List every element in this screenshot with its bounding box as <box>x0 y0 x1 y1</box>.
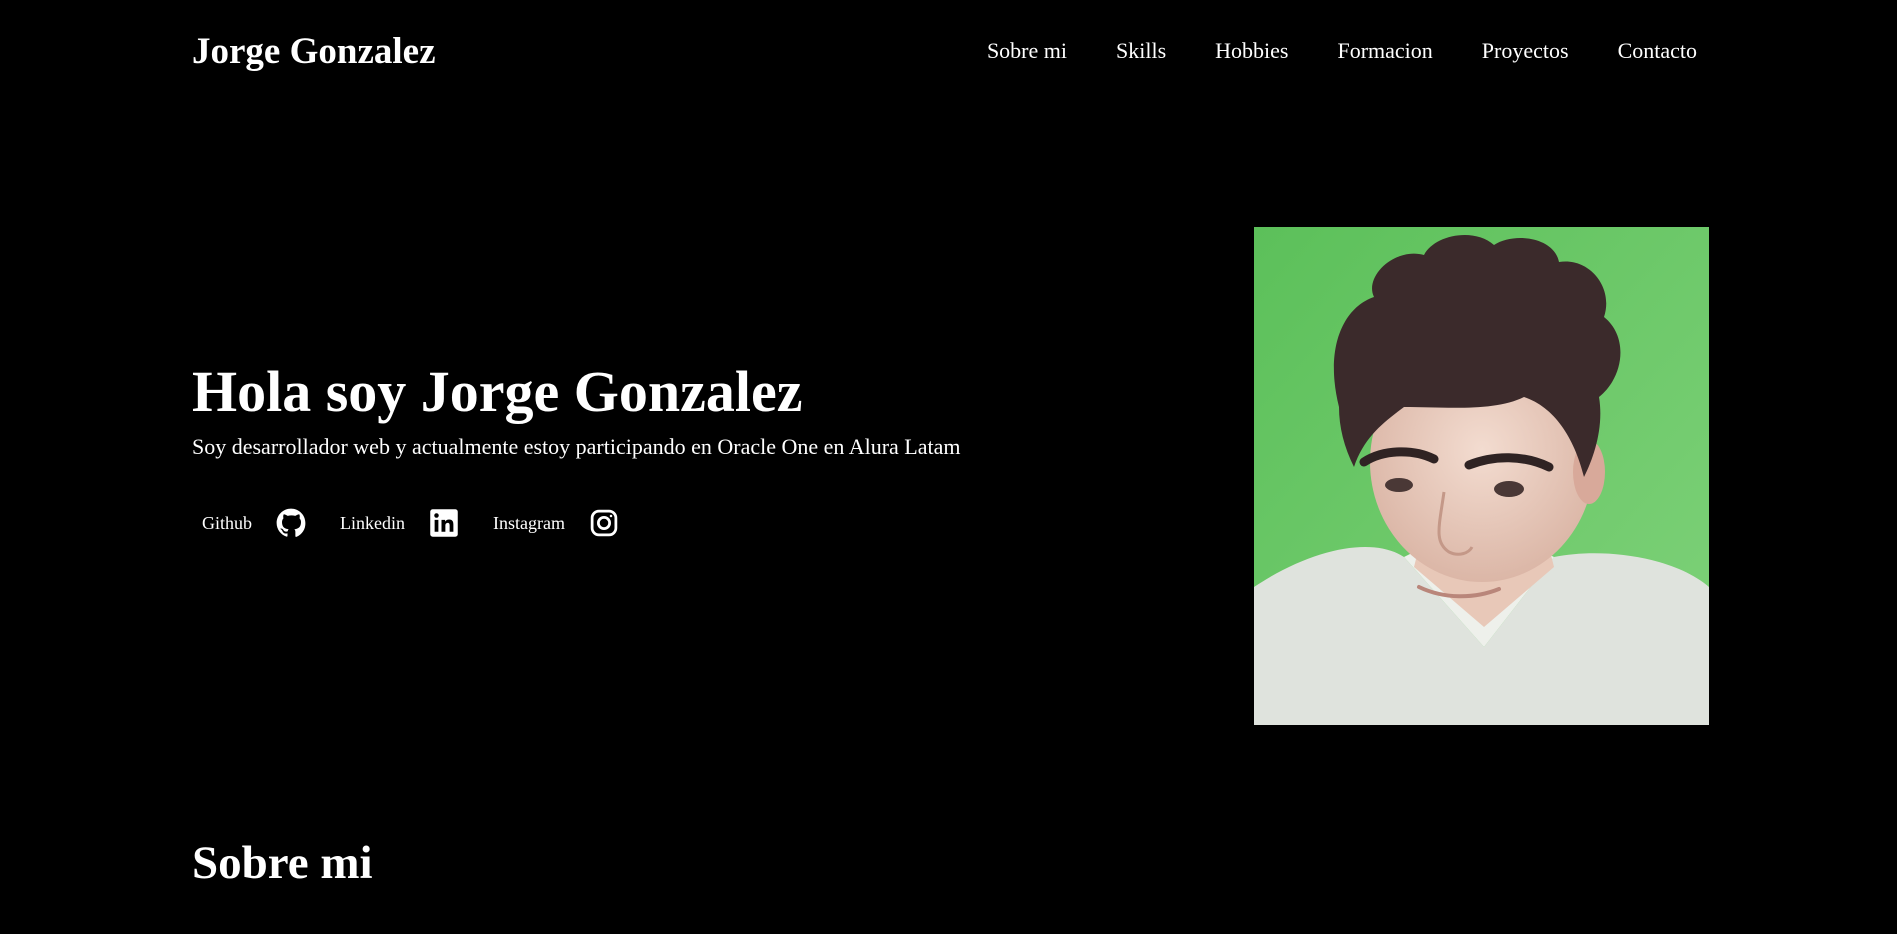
profile-photo <box>1254 227 1709 725</box>
nav-item: Contacto <box>1569 38 1697 64</box>
nav-link-sobre-mi[interactable]: Sobre mi <box>987 38 1067 64</box>
nav-item: Sobre mi <box>987 38 1067 64</box>
nav-item: Formacion <box>1288 38 1432 64</box>
linkedin-link[interactable]: Linkedin <box>340 508 459 538</box>
linkedin-icon <box>429 508 459 538</box>
instagram-icon <box>589 508 619 538</box>
site-header: Jorge Gonzalez Sobre mi Skills Hobbies F… <box>192 0 1697 102</box>
hero-subtitle: Soy desarrollador web y actualmente esto… <box>192 433 961 459</box>
instagram-label: Instagram <box>493 512 565 533</box>
nav-link-hobbies[interactable]: Hobbies <box>1166 38 1288 64</box>
hero-section: Hola soy Jorge Gonzalez Soy desarrollado… <box>192 360 1092 538</box>
nav-item: Hobbies <box>1166 38 1288 64</box>
github-link[interactable]: Github <box>202 508 306 538</box>
github-icon <box>276 508 306 538</box>
nav-link-contacto[interactable]: Contacto <box>1569 38 1697 64</box>
social-links: Github Linkedin Instagram <box>192 508 1092 538</box>
about-section-title: Sobre mi <box>192 837 373 889</box>
page: Jorge Gonzalez Sobre mi Skills Hobbies F… <box>0 0 1897 934</box>
linkedin-label: Linkedin <box>340 512 406 533</box>
hero-title: Hola soy Jorge Gonzalez <box>192 359 803 424</box>
github-label: Github <box>202 512 253 533</box>
instagram-link[interactable]: Instagram <box>493 508 619 538</box>
nav-item: Skills <box>1067 38 1166 64</box>
nav-link-formacion[interactable]: Formacion <box>1288 38 1432 64</box>
nav-link-proyectos[interactable]: Proyectos <box>1433 38 1569 64</box>
nav-item: Proyectos <box>1433 38 1569 64</box>
nav-link-skills[interactable]: Skills <box>1067 38 1166 64</box>
main-nav: Sobre mi Skills Hobbies Formacion Proyec… <box>987 38 1697 64</box>
brand-title: Jorge Gonzalez <box>192 30 436 72</box>
